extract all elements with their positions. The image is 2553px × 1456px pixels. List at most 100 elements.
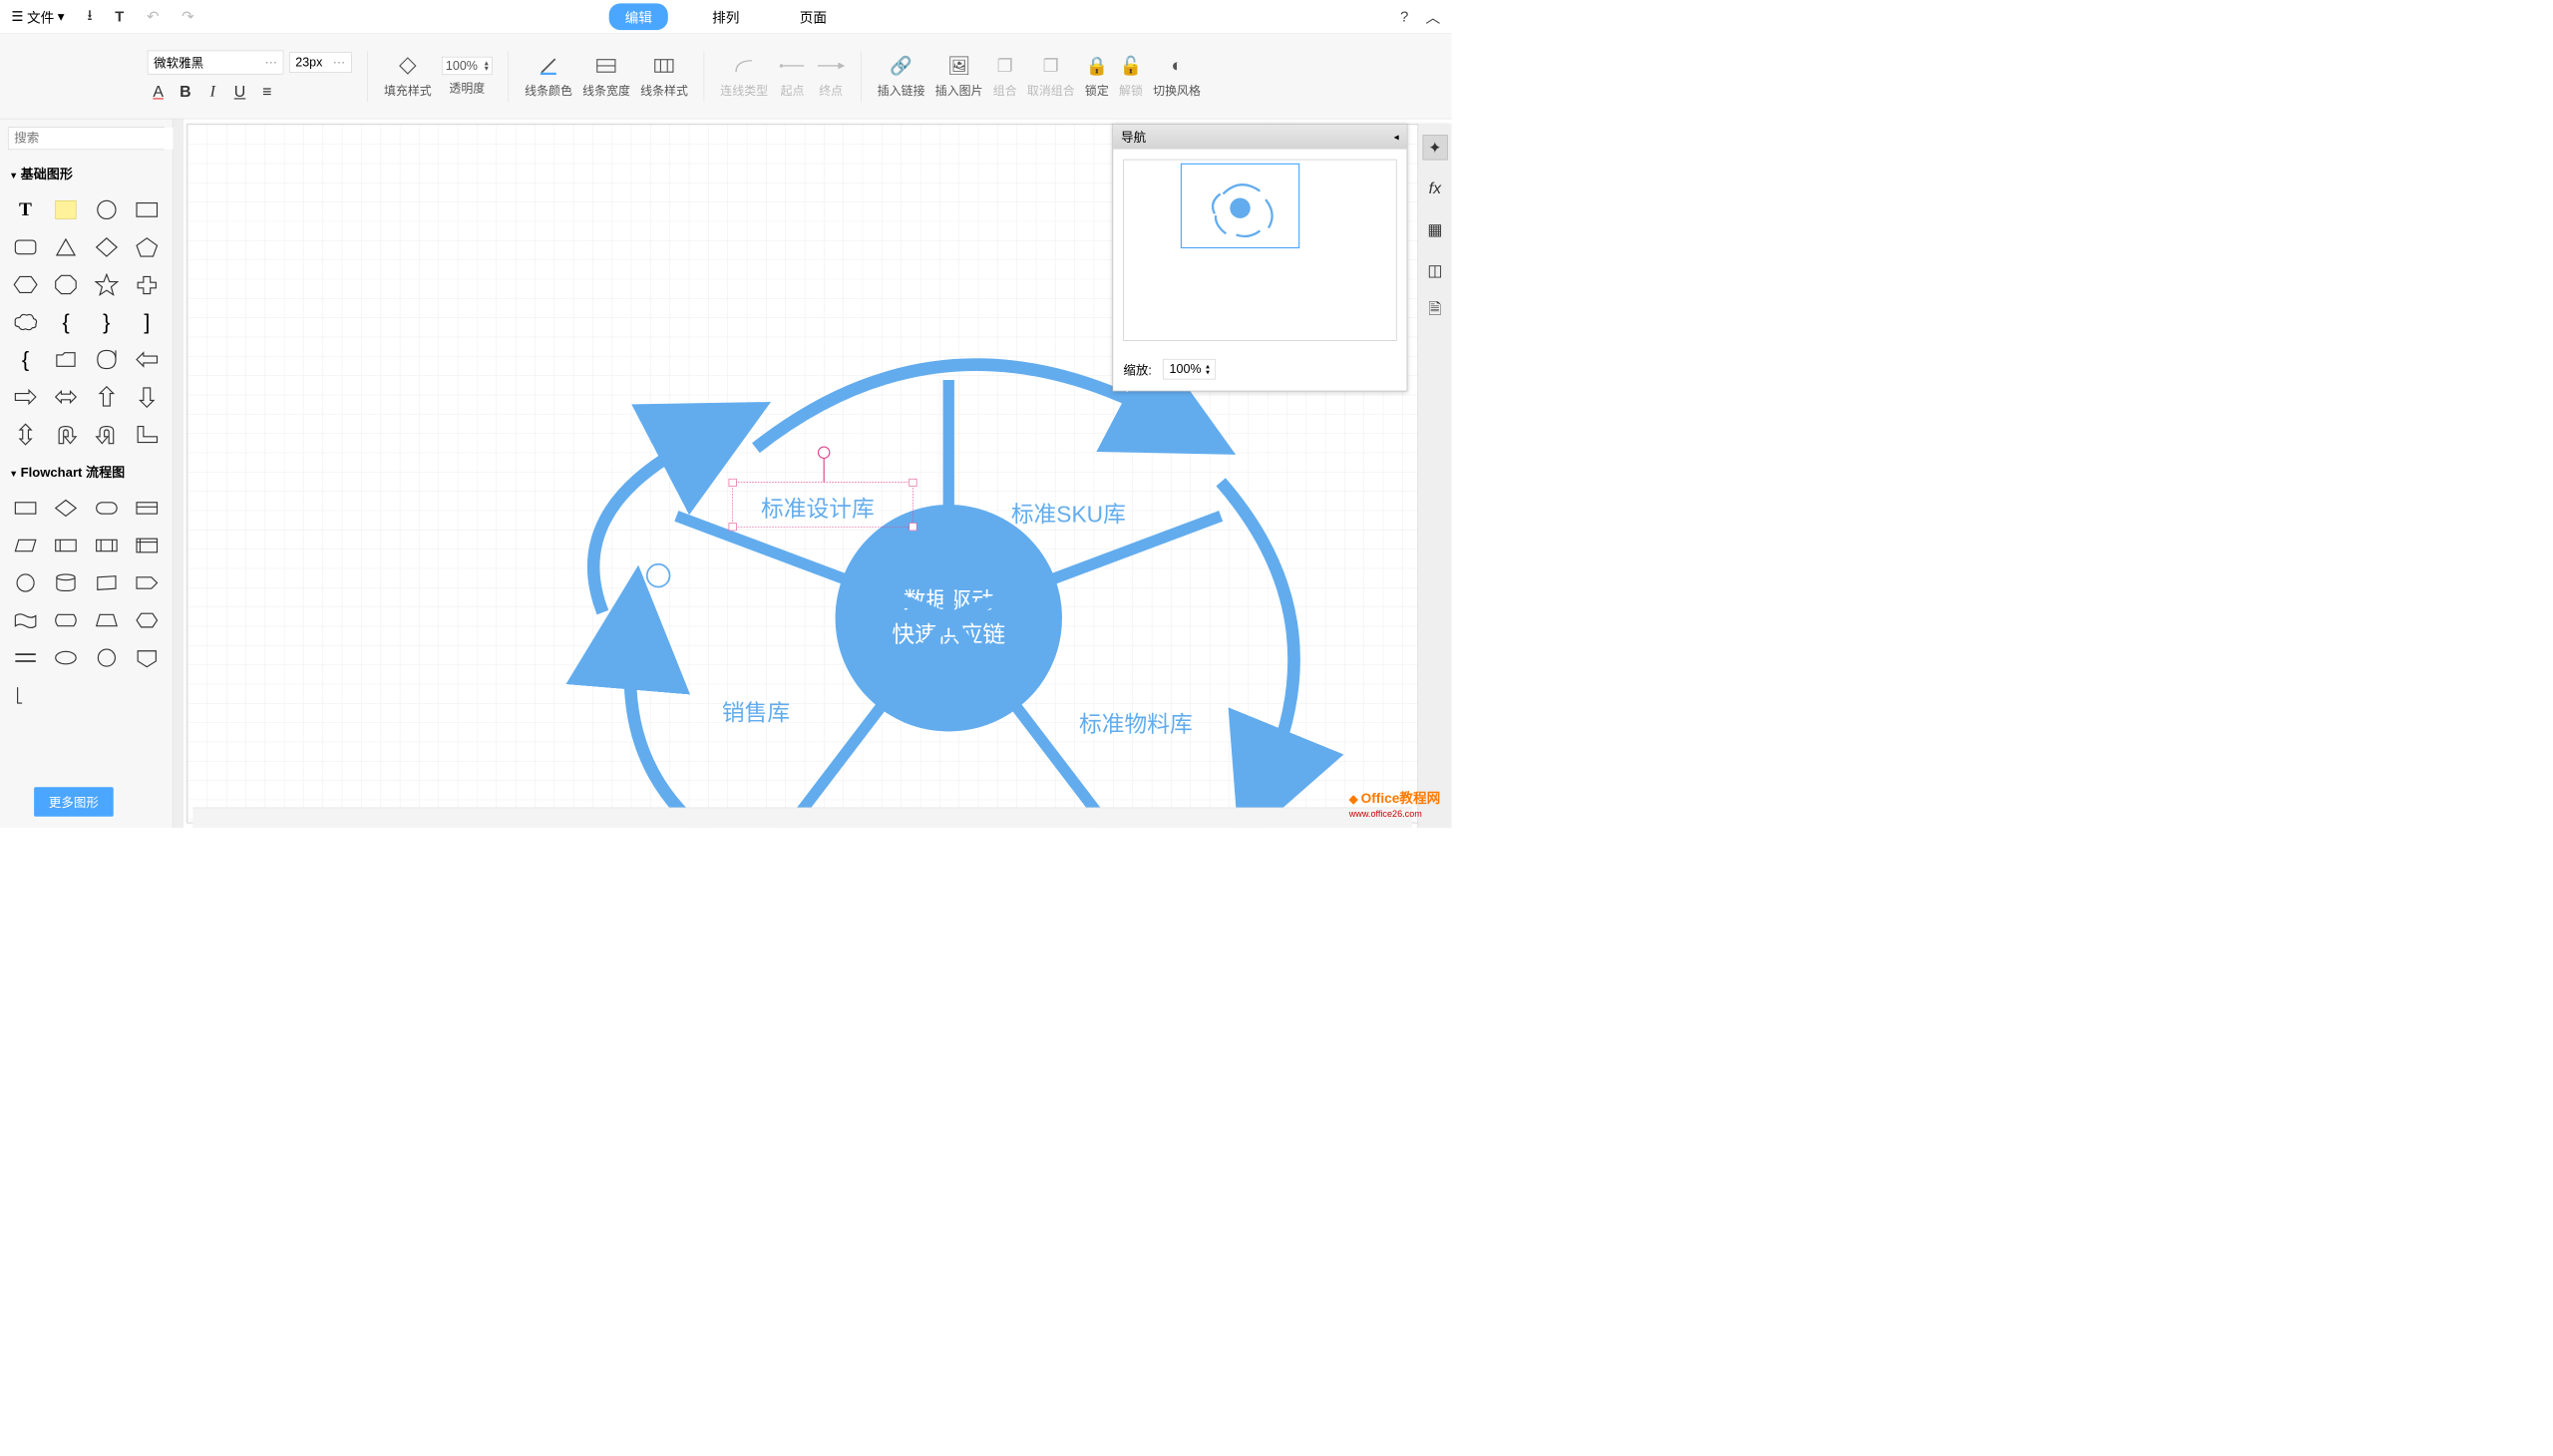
link-tool[interactable]: 🔗插入链接 [878, 54, 925, 98]
shape-text[interactable]: T [8, 193, 43, 225]
shape-arrow-up[interactable] [89, 381, 124, 413]
fshape-9[interactable] [8, 567, 43, 599]
collapse-icon[interactable]: ︿ [1425, 6, 1440, 27]
line-style-tool[interactable]: 线条样式 [640, 54, 688, 98]
font-size-select[interactable]: 23px⋯ [289, 52, 352, 72]
align-button[interactable]: ≡ [256, 81, 278, 103]
group-tool[interactable]: ❐组合 [993, 54, 1017, 98]
more-shapes-button[interactable]: 更多图形 [34, 787, 114, 817]
shape-diamond[interactable] [89, 231, 124, 263]
italic-button[interactable]: I [201, 81, 223, 103]
shape-brace-l[interactable]: { [49, 306, 84, 338]
sidebar-splitter[interactable] [173, 119, 182, 828]
shape-roundrect[interactable] [8, 231, 43, 263]
minimap-header[interactable]: 导航 ◂ [1113, 125, 1407, 150]
help-icon[interactable]: ? [1400, 8, 1408, 26]
category-flowchart[interactable]: Flowchart 流程图 [0, 456, 173, 487]
page-tabs[interactable] [192, 808, 1411, 828]
shape-uturn[interactable] [49, 419, 84, 451]
shape-note[interactable] [49, 193, 84, 225]
shape-arrow-updown[interactable] [8, 419, 43, 451]
shape-circle[interactable] [89, 193, 124, 225]
shape-triangle[interactable] [49, 231, 84, 263]
font-family-select[interactable]: 微软雅黑⋯ [148, 50, 283, 74]
format-painter-icon[interactable]: T [115, 8, 124, 26]
search-input[interactable] [9, 128, 183, 150]
grid-toggle-icon[interactable]: ▦ [1422, 216, 1447, 241]
line-color-tool[interactable]: 线条颜色 [525, 54, 572, 98]
tab-edit[interactable]: 编辑 [609, 3, 668, 30]
fshape-1[interactable] [8, 493, 43, 525]
fshape-10[interactable] [49, 567, 84, 599]
shape-cloud[interactable] [8, 306, 43, 338]
fshape-12[interactable] [130, 567, 165, 599]
selected-label-box[interactable]: 标准设计库 [732, 482, 913, 527]
minimap-view[interactable] [1123, 160, 1396, 341]
file-menu[interactable]: ☰ 文件 ▾ [11, 7, 64, 27]
shape-octagon[interactable] [49, 269, 84, 301]
minimap-panel[interactable]: 导航 ◂ 缩放: 100% ▴▾ [1113, 124, 1408, 391]
undo-icon[interactable]: ↶ [147, 8, 159, 26]
category-basic[interactable]: 基础图形 [0, 158, 173, 188]
fshape-14[interactable] [49, 604, 84, 636]
image-tool[interactable]: 🖼插入图片 [935, 54, 983, 98]
fshape-15[interactable] [89, 604, 124, 636]
shape-plus[interactable] [130, 269, 165, 301]
bold-button[interactable]: B [175, 81, 196, 103]
shape-arrow-bi[interactable] [49, 381, 84, 413]
fshape-16[interactable] [130, 604, 165, 636]
fshape-20[interactable] [130, 642, 165, 674]
fshape-8[interactable] [130, 530, 165, 561]
shape-arrow-left[interactable] [130, 344, 165, 376]
fshape-6[interactable] [49, 530, 84, 561]
shape-folder[interactable] [49, 344, 84, 376]
font-color-button[interactable]: A [148, 81, 170, 103]
fshape-21[interactable] [8, 679, 43, 711]
layers-icon[interactable]: ◫ [1422, 257, 1447, 282]
shape-corner[interactable] [130, 419, 165, 451]
lock-tool[interactable]: 🔒锁定 [1085, 54, 1109, 98]
fshape-19[interactable] [89, 642, 124, 674]
fshape-2[interactable] [49, 493, 84, 525]
label-sales[interactable]: 销售库 [722, 695, 790, 728]
shape-arrow-right[interactable] [8, 381, 43, 413]
nav-compass-icon[interactable]: ✦ [1422, 135, 1447, 160]
tab-page[interactable]: 页面 [784, 3, 843, 30]
shape-hexagon[interactable] [8, 269, 43, 301]
page-icon[interactable]: 🗎 [1422, 298, 1447, 323]
opacity-tool[interactable]: 100%▴▾透明度 [442, 57, 493, 97]
fill-tool[interactable]: 填充样式 [384, 54, 432, 98]
formula-icon[interactable]: fx [1422, 176, 1447, 200]
shape-bracket[interactable]: ] [130, 306, 165, 338]
redo-icon[interactable]: ↷ [182, 8, 193, 26]
fshape-11[interactable] [89, 567, 124, 599]
shape-pentagon[interactable] [130, 231, 165, 263]
fshape-7[interactable] [89, 530, 124, 561]
label-material[interactable]: 标准物料库 [1079, 706, 1193, 739]
ungroup-tool[interactable]: ❐取消组合 [1027, 54, 1075, 98]
fshape-18[interactable] [49, 642, 84, 674]
fshape-5[interactable] [8, 530, 43, 561]
shape-brace2[interactable]: { [8, 344, 43, 376]
line-width-tool[interactable]: 线条宽度 [582, 54, 630, 98]
theme-tool[interactable]: ◐切换风格 [1153, 54, 1201, 98]
underline-button[interactable]: U [229, 81, 251, 103]
download-icon[interactable]: ⭳ [87, 4, 92, 29]
label-sku[interactable]: 标准SKU库 [1011, 497, 1126, 530]
fshape-3[interactable] [89, 493, 124, 525]
zoom-input[interactable]: 100% ▴▾ [1163, 359, 1216, 379]
shape-uturn2[interactable] [89, 419, 124, 451]
connector-tool[interactable]: 连线类型 [720, 54, 768, 98]
collapse-left-icon[interactable]: ◂ [1394, 131, 1399, 143]
shape-teardrop[interactable] [89, 344, 124, 376]
shape-star[interactable] [89, 269, 124, 301]
unlock-tool[interactable]: 🔓解锁 [1119, 54, 1143, 98]
shape-rect[interactable] [130, 193, 165, 225]
fshape-17[interactable] [8, 642, 43, 674]
line-end-tool[interactable]: 终点 [817, 54, 845, 98]
fshape-13[interactable] [8, 604, 43, 636]
fshape-4[interactable] [130, 493, 165, 525]
line-start-tool[interactable]: 起点 [778, 54, 806, 98]
shape-arrow-down[interactable] [130, 381, 165, 413]
tab-arrange[interactable]: 排列 [696, 3, 755, 30]
